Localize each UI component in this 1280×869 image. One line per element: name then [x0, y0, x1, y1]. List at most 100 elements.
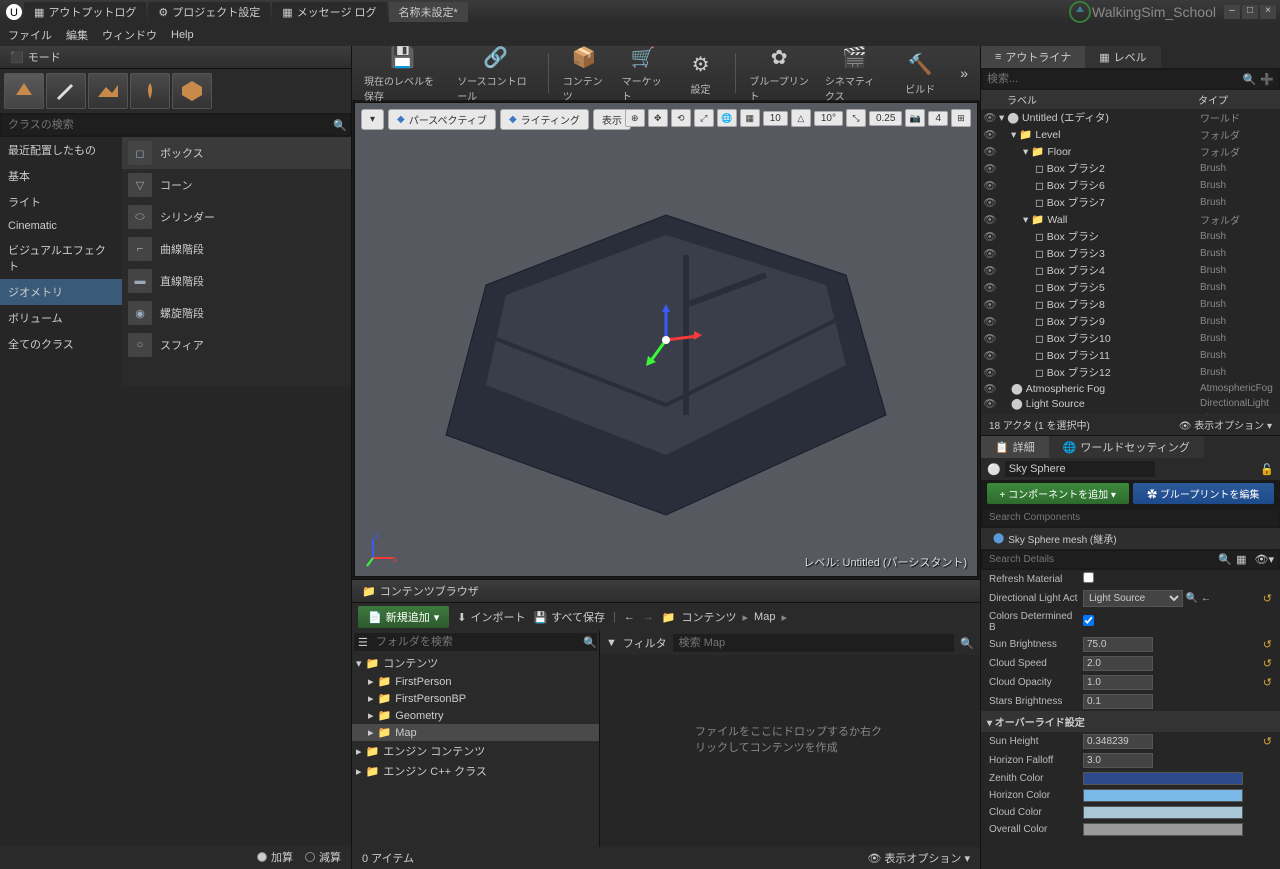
actor-name-input[interactable] [1005, 461, 1155, 477]
tab-project-settings[interactable]: ⚙プロジェクト設定 [148, 2, 270, 22]
details-search-input[interactable] [983, 551, 1218, 568]
mode-place[interactable] [4, 73, 44, 109]
snap-translate[interactable]: 10 [763, 111, 788, 126]
tab-details[interactable]: 📋詳細 [981, 436, 1049, 458]
toolbar-overflow-icon[interactable]: » [954, 65, 974, 81]
outliner-row[interactable]: 👁◻ Box ブラシ3Brush [981, 245, 1280, 262]
category-item[interactable]: 最近配置したもの [0, 137, 122, 163]
snap-grid-icon[interactable]: ▦ [740, 109, 760, 127]
viewport-menu[interactable]: ▾ [361, 109, 384, 130]
outliner-row[interactable]: 👁◻ Box ブラシBrush [981, 228, 1280, 245]
component-search[interactable] [983, 509, 1278, 526]
col-type[interactable]: タイプ [1198, 92, 1278, 107]
tree-item[interactable]: ▸ 📁 エンジン コンテンツ [352, 741, 599, 761]
toolbar-button[interactable]: 🎬シネマティクス [819, 41, 890, 105]
reset-icon[interactable]: ↺ [1263, 638, 1272, 651]
visibility-icon[interactable]: 👁 [981, 281, 999, 294]
category-item[interactable]: 全てのクラス [0, 331, 122, 357]
visibility-icon[interactable]: 👁 [981, 213, 999, 226]
outliner-row[interactable]: 👁◻ Box ブラシ2Brush [981, 160, 1280, 177]
shape-item[interactable]: ⌐曲線階段 [122, 233, 351, 265]
visibility-icon[interactable]: 👁 [981, 349, 999, 362]
import-button[interactable]: ⬇インポート [457, 609, 525, 625]
prop-select[interactable]: Light Source [1083, 590, 1183, 607]
color-swatch[interactable] [1083, 789, 1243, 802]
add-new-button[interactable]: 📄新規追加▾ [358, 606, 449, 628]
toolbar-button[interactable]: 💾現在のレベルを保存 [358, 41, 447, 105]
outliner-row[interactable]: 👁◻ Box ブラシ12Brush [981, 364, 1280, 381]
camera-speed-icon[interactable]: 📷 [905, 109, 925, 127]
menu-edit[interactable]: 編集 [66, 27, 88, 43]
transform-move-icon[interactable]: ✥ [648, 109, 668, 127]
category-item[interactable]: Cinematic [0, 215, 122, 237]
toolbar-button[interactable]: 🛒マーケット [616, 41, 671, 105]
close-button[interactable]: × [1260, 5, 1276, 19]
mode-foliage[interactable] [130, 73, 170, 109]
cb-search-input[interactable] [673, 634, 955, 652]
nav-fwd-icon[interactable]: → [643, 611, 654, 623]
tab-world-settings[interactable]: 🌐ワールドセッティング [1049, 436, 1204, 458]
shape-item[interactable]: ▬直線階段 [122, 265, 351, 297]
outliner-row[interactable]: 👁⬤ Light SourceDirectionalLight [981, 396, 1280, 411]
menu-window[interactable]: ウィンドウ [102, 27, 157, 43]
tree-item[interactable]: ▸ 📁 FirstPerson [352, 673, 599, 690]
tree-item[interactable]: ▸ 📁 FirstPersonBP [352, 690, 599, 707]
cb-view[interactable]: ▼フィルタ 🔍 ファイルをここにドロップするか右クリックしてコンテンツを作成 [600, 631, 980, 847]
cb-tree-search-input[interactable] [372, 633, 583, 651]
outliner-row[interactable]: 👁▾ ⬤ Untitled (エディタ)ワールド [981, 109, 1280, 126]
mode-paint[interactable] [46, 73, 86, 109]
reset-icon[interactable]: ↺ [1263, 676, 1272, 689]
viewport-lighting[interactable]: ◆ライティング [500, 109, 589, 130]
viewport-perspective[interactable]: ◆パースペクティブ [388, 109, 496, 130]
shape-item[interactable]: ○スフィア [122, 329, 351, 361]
viewport-max-icon[interactable]: ⊞ [951, 109, 971, 127]
tree-item[interactable]: ▾ 📁 コンテンツ [352, 653, 599, 673]
color-swatch[interactable] [1083, 772, 1243, 785]
color-swatch[interactable] [1083, 823, 1243, 836]
tab-message-log[interactable]: ▦メッセージ ログ [272, 2, 386, 22]
prop-number-input[interactable] [1083, 734, 1153, 749]
tab-level[interactable]: ▦レベル [1085, 46, 1160, 68]
crumb-map[interactable]: Map [754, 611, 775, 623]
shape-item[interactable]: ◉螺旋階段 [122, 297, 351, 329]
category-item[interactable]: ビジュアルエフェクト [0, 237, 122, 279]
content-browser-tab[interactable]: 📁コンテンツブラウザ [352, 580, 980, 603]
view-options[interactable]: 👁 表示オプション ▾ [1179, 417, 1272, 432]
reset-icon[interactable]: ↺ [1263, 657, 1272, 670]
visibility-icon[interactable]: 👁 [981, 264, 999, 277]
category-item[interactable]: ライト [0, 189, 122, 215]
tree-item[interactable]: ▸ 📁 エンジン C++ クラス [352, 761, 599, 781]
col-label[interactable]: ラベル [1003, 92, 1198, 107]
add-component-button[interactable]: + コンポーネントを追加 ▾ [987, 483, 1129, 504]
shape-item[interactable]: ◻ボックス [122, 137, 351, 169]
prop-checkbox[interactable] [1083, 572, 1094, 583]
visibility-icon[interactable]: 👁 [981, 332, 999, 345]
toolbar-button[interactable]: ✿ブループリント [743, 41, 815, 105]
toolbar-button[interactable]: 🔨ビルド [894, 49, 946, 98]
visibility-icon[interactable]: 👁 [981, 111, 999, 124]
visibility-icon[interactable]: 👁 [981, 298, 999, 311]
mode-landscape[interactable] [88, 73, 128, 109]
visibility-icon[interactable]: 👁 [981, 128, 999, 141]
matrix-icon[interactable]: ▦ [1232, 553, 1250, 566]
outliner-row[interactable]: 👁◻ Box ブラシ4Brush [981, 262, 1280, 279]
toolbar-button[interactable]: 🔗ソースコントロール [451, 41, 540, 105]
color-swatch[interactable] [1083, 806, 1243, 819]
lock-icon[interactable]: 🔓 [1260, 463, 1274, 476]
outliner-row[interactable]: 👁◻ Box ブラシ7Brush [981, 194, 1280, 211]
prop-number-input[interactable] [1083, 694, 1153, 709]
transform-gizmo[interactable] [626, 300, 706, 380]
eye-icon[interactable]: 👁▾ [1251, 553, 1279, 566]
transform-rotate-icon[interactable]: ⟲ [671, 109, 691, 127]
outliner-search-input[interactable] [983, 70, 1243, 88]
add-mode-radio[interactable]: 加算 [257, 849, 293, 865]
filter-icon[interactable]: ☰ [354, 636, 372, 649]
nav-back-icon[interactable]: ← [624, 611, 635, 623]
crumb-content[interactable]: コンテンツ [682, 609, 737, 625]
coord-world-icon[interactable]: 🌐 [717, 109, 737, 127]
mode-geometry[interactable] [172, 73, 212, 109]
prop-checkbox[interactable] [1083, 615, 1094, 626]
visibility-icon[interactable]: 👁 [981, 179, 999, 192]
snap-rotate[interactable]: 10° [814, 111, 843, 126]
maximize-button[interactable]: □ [1242, 5, 1258, 19]
